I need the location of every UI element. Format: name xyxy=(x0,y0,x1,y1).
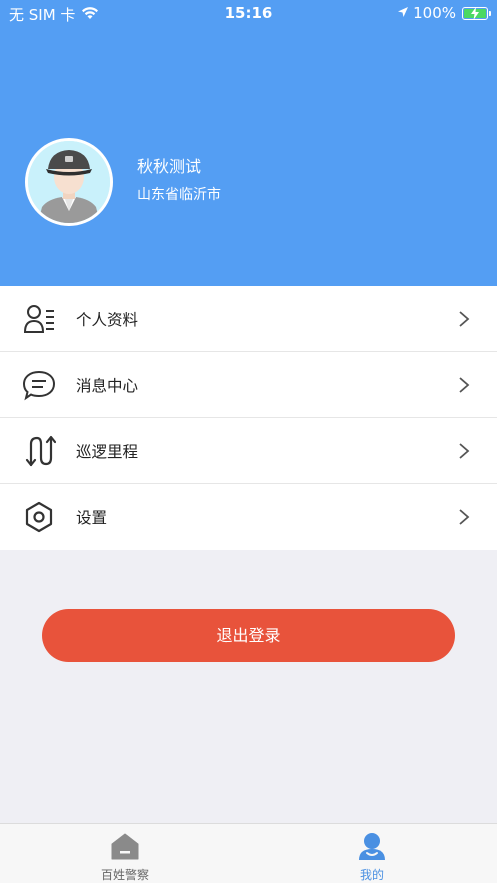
menu-item-patrol-mileage[interactable]: 巡逻里程 xyxy=(0,418,497,484)
tab-home-label: 百姓警察 xyxy=(100,868,149,882)
profile-card-icon xyxy=(22,302,56,336)
route-arrows-icon xyxy=(22,434,57,468)
police-officer-icon xyxy=(28,141,110,223)
battery-icon xyxy=(462,6,491,20)
home-icon xyxy=(111,832,139,860)
tab-mine-label: 我的 xyxy=(359,868,384,882)
chevron-right-icon xyxy=(458,442,470,460)
menu-item-messages[interactable]: 消息中心 xyxy=(0,352,497,418)
battery-percent: 100% xyxy=(413,4,456,22)
avatar[interactable] xyxy=(25,138,113,226)
tab-home[interactable]: 百姓警察 xyxy=(65,824,185,883)
chevron-right-icon xyxy=(458,508,470,526)
menu-label: 个人资料 xyxy=(76,311,139,329)
location-arrow-icon xyxy=(397,4,409,22)
menu-item-profile[interactable]: 个人资料 xyxy=(0,286,497,352)
user-location: 山东省临沂市 xyxy=(137,187,221,203)
chat-bubble-icon xyxy=(22,368,56,402)
user-name: 秋秋测试 xyxy=(137,157,202,176)
chevron-right-icon xyxy=(458,310,470,328)
chevron-right-icon xyxy=(458,376,470,394)
menu-label: 设置 xyxy=(76,509,108,527)
menu-label: 巡逻里程 xyxy=(76,443,139,461)
menu-list: 个人资料 消息中心 巡逻里程 设置 xyxy=(0,286,497,550)
settings-hexagon-icon xyxy=(22,500,56,534)
tab-bar: 百姓警察 我的 xyxy=(0,823,497,883)
tab-mine[interactable]: 我的 xyxy=(312,824,432,883)
status-bar: 无 SIM 卡 15:16 100% xyxy=(0,0,497,26)
profile-header: 无 SIM 卡 15:16 100% 秋秋测试 山东省临沂市 xyxy=(0,0,497,286)
user-icon xyxy=(358,832,386,860)
menu-item-settings[interactable]: 设置 xyxy=(0,484,497,550)
menu-label: 消息中心 xyxy=(76,377,139,395)
logout-button[interactable]: 退出登录 xyxy=(42,609,455,662)
